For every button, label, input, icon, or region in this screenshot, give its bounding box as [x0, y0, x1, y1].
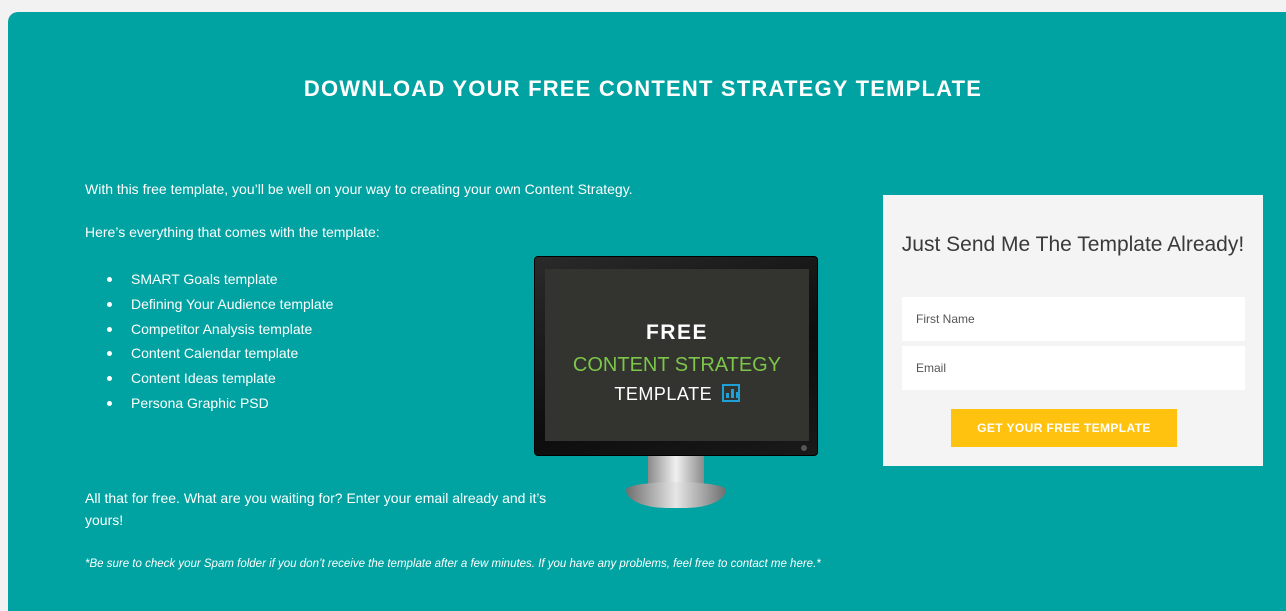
features-heading: Here’s everything that comes with the te…	[85, 224, 380, 240]
monitor-screen: FREE CONTENT STRATEGY TEMPLATE	[545, 269, 809, 441]
form-title: Just Send Me The Template Already!	[901, 233, 1245, 256]
bullet-icon	[107, 351, 112, 357]
bar-chart-icon	[721, 384, 740, 402]
signup-form: Just Send Me The Template Already! GET Y…	[883, 195, 1263, 466]
screen-template-label: TEMPLATE	[614, 384, 713, 404]
email-field[interactable]	[902, 346, 1245, 390]
list-item: Content Ideas template	[106, 369, 333, 394]
feature-label: Defining Your Audience template	[131, 295, 334, 312]
screen-line-template: TEMPLATE	[545, 384, 809, 405]
bullet-icon	[107, 326, 112, 332]
list-item: Content Calendar template	[106, 344, 333, 369]
monitor-neck	[648, 456, 704, 484]
monitor-base	[626, 482, 726, 508]
feature-label: Content Ideas template	[131, 370, 276, 387]
list-item: Defining Your Audience template	[106, 295, 333, 320]
bullet-icon	[107, 400, 112, 406]
bullet-icon	[107, 376, 112, 382]
feature-label: Competitor Analysis template	[131, 320, 313, 337]
bullet-icon	[107, 277, 112, 282]
get-template-button[interactable]: GET YOUR FREE TEMPLATE	[951, 409, 1177, 447]
feature-label: Content Calendar template	[131, 345, 299, 362]
feature-label: SMART Goals template	[131, 271, 278, 287]
monitor-illustration: FREE CONTENT STRATEGY TEMPLATE	[534, 256, 818, 508]
screen-line-free: FREE	[645, 321, 708, 344]
features-list: SMART Goals template Defining Your Audie…	[106, 270, 333, 419]
screen-line-content-strategy: CONTENT STRATEGY	[572, 354, 782, 376]
list-item: SMART Goals template	[106, 270, 333, 295]
first-name-field[interactable]	[902, 297, 1245, 341]
bullet-icon	[107, 301, 112, 307]
spam-note: *Be sure to check your Spam folder if yo…	[85, 558, 821, 570]
feature-label: Persona Graphic PSD	[131, 394, 269, 411]
list-item: Persona Graphic PSD	[106, 394, 333, 419]
closing-text: All that for free. What are you waiting …	[85, 490, 547, 528]
page-title: DOWNLOAD YOUR FREE CONTENT STRATEGY TEMP…	[303, 76, 983, 101]
list-item: Competitor Analysis template	[106, 320, 333, 345]
monitor-bezel: FREE CONTENT STRATEGY TEMPLATE	[534, 256, 818, 456]
power-button-icon	[801, 445, 807, 451]
intro-text: With this free template, you’ll be well …	[85, 181, 633, 197]
